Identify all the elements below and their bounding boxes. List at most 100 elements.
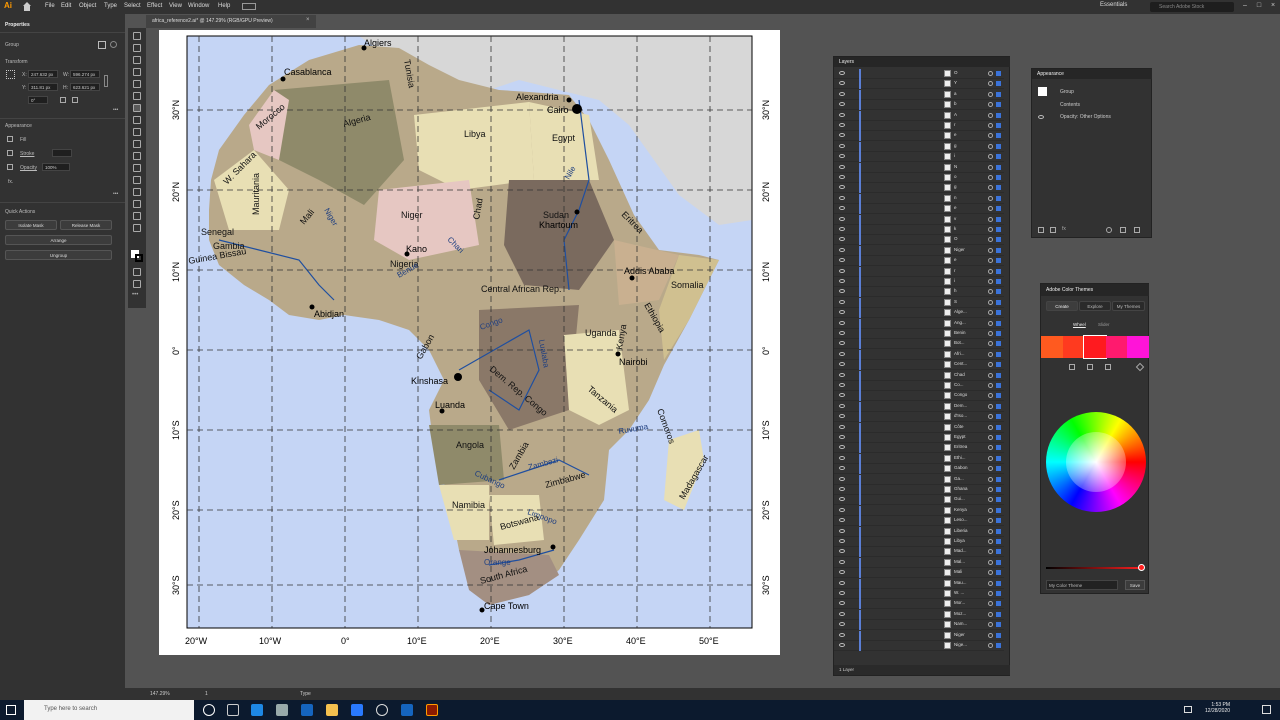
brightness-slider[interactable] [1046, 567, 1144, 569]
target-icon[interactable] [988, 362, 993, 368]
visibility-eye-icon[interactable] [839, 320, 845, 325]
theme-swatch[interactable] [1083, 335, 1108, 359]
layer-row[interactable]: Ga... [834, 474, 1004, 485]
selection-indicator[interactable] [996, 143, 1001, 149]
menu-select[interactable]: Select [124, 3, 141, 9]
selection-indicator[interactable] [996, 91, 1001, 97]
taskbar-search-input[interactable]: Type here to search [24, 700, 194, 720]
minimize-icon[interactable]: – [1240, 2, 1250, 12]
layer-name[interactable]: Ang... [954, 320, 984, 325]
layer-row[interactable]: Y [834, 79, 1004, 90]
layer-row[interactable]: Gabon [834, 464, 1004, 475]
target-icon[interactable] [988, 185, 993, 191]
layer-name[interactable]: e [954, 257, 984, 262]
remove-swatch-icon[interactable] [1087, 364, 1093, 370]
menu-file[interactable]: File [45, 3, 55, 9]
maximize-icon[interactable]: □ [1254, 2, 1264, 12]
selection-tool-icon[interactable] [133, 32, 141, 40]
add-effect-icon[interactable]: fx [1062, 226, 1066, 232]
target-icon[interactable] [988, 331, 993, 336]
layer-row[interactable]: N [834, 162, 1004, 173]
visibility-eye-icon[interactable] [839, 351, 845, 356]
artboard[interactable]: 30°N 20°N 10°N 0° 10°S 20°S 30°S 30°N 20… [159, 30, 780, 655]
layer-row[interactable]: Kenya [834, 505, 1004, 516]
visibility-eye-icon[interactable] [839, 310, 845, 315]
visibility-eye-icon[interactable] [839, 383, 845, 387]
layer-row[interactable]: Alge... [834, 308, 1004, 319]
visibility-eye-icon[interactable] [839, 487, 845, 491]
target-icon[interactable] [988, 112, 993, 118]
target-icon[interactable] [988, 539, 993, 544]
selection-indicator[interactable] [996, 455, 1001, 461]
visibility-eye-icon[interactable] [839, 632, 845, 637]
layer-name[interactable]: g [954, 143, 984, 148]
layer-row[interactable]: Eritrea [834, 443, 1004, 454]
visibility-eye-icon[interactable] [839, 518, 845, 523]
layer-name[interactable]: i [954, 153, 984, 158]
layer-row[interactable]: Liberia [834, 526, 1004, 537]
layer-name[interactable]: Nam... [954, 621, 984, 626]
target-icon[interactable] [988, 227, 993, 232]
stroke-swatch[interactable] [7, 150, 13, 156]
target-icon[interactable] [988, 310, 993, 316]
layer-row[interactable]: O [834, 235, 1004, 246]
selection-indicator[interactable] [996, 320, 1001, 326]
width-field[interactable]: 596.274 px [70, 70, 100, 78]
target-icon[interactable] [988, 237, 993, 243]
target-icon[interactable] [988, 206, 993, 212]
layer-row[interactable]: Côte [834, 422, 1004, 433]
subtab-slider[interactable]: Slider [1098, 322, 1110, 327]
visibility-eye-icon[interactable] [839, 611, 845, 616]
target-icon[interactable] [988, 154, 993, 160]
visibility-eye-icon[interactable] [839, 507, 845, 512]
layer-row[interactable]: Chad [834, 370, 1004, 381]
illustrator-taskbar-icon[interactable] [426, 704, 438, 716]
layer-row[interactable]: i [834, 152, 1004, 163]
selection-indicator[interactable] [996, 164, 1001, 170]
opacity-field[interactable]: 100% [42, 163, 70, 171]
artboard-number[interactable]: 1 [205, 691, 208, 697]
target-icon[interactable] [988, 258, 993, 264]
visibility-eye-icon[interactable] [839, 237, 845, 242]
shape-builder-tool-icon[interactable] [133, 164, 141, 172]
selection-indicator[interactable] [996, 81, 1001, 87]
layer-row[interactable]: Mali [834, 568, 1004, 579]
visibility-eye-icon[interactable] [839, 455, 845, 460]
target-icon[interactable] [988, 424, 993, 430]
selection-indicator[interactable] [996, 268, 1001, 274]
layer-row[interactable]: g [834, 141, 1004, 152]
visibility-eye-icon[interactable] [839, 393, 845, 398]
selection-indicator[interactable] [996, 570, 1001, 576]
layer-row[interactable]: e [834, 256, 1004, 267]
selection-indicator[interactable] [996, 403, 1001, 409]
close-document-icon[interactable]: × [306, 17, 310, 23]
stock-search-input[interactable]: Search Adobe Stock [1150, 2, 1234, 12]
selection-indicator[interactable] [996, 216, 1001, 222]
layer-row[interactable]: Mor... [834, 599, 1004, 610]
layer-row[interactable]: e [834, 204, 1004, 215]
selection-indicator[interactable] [996, 227, 1001, 232]
layer-row[interactable]: Gui... [834, 495, 1004, 506]
layer-name[interactable]: a [954, 91, 984, 96]
visibility-eye-icon[interactable] [839, 435, 845, 439]
layer-row[interactable]: n [834, 193, 1004, 204]
scale-tool-icon[interactable] [133, 140, 141, 148]
todo-icon[interactable] [351, 704, 363, 716]
layer-name[interactable]: O [954, 236, 984, 241]
selection-indicator[interactable] [996, 393, 1001, 399]
visibility-eye-icon[interactable] [839, 195, 845, 200]
target-icon[interactable] [988, 476, 993, 482]
teamviewer-icon[interactable] [401, 704, 413, 716]
menu-window[interactable]: Window [188, 3, 209, 9]
isolate-icon[interactable] [98, 41, 106, 49]
file-explorer-icon[interactable] [326, 704, 338, 716]
tray-network-icon[interactable] [1184, 706, 1192, 713]
target-icon[interactable] [988, 466, 993, 472]
selection-indicator[interactable] [996, 341, 1001, 347]
layer-row[interactable]: S [834, 297, 1004, 308]
arrange-documents-icon[interactable] [242, 3, 256, 10]
y-field[interactable]: 311.81 px [28, 83, 58, 91]
tab-explore[interactable]: Explore [1079, 301, 1111, 311]
layer-name[interactable]: Afri... [954, 351, 984, 356]
menu-type[interactable]: Type [104, 3, 117, 9]
